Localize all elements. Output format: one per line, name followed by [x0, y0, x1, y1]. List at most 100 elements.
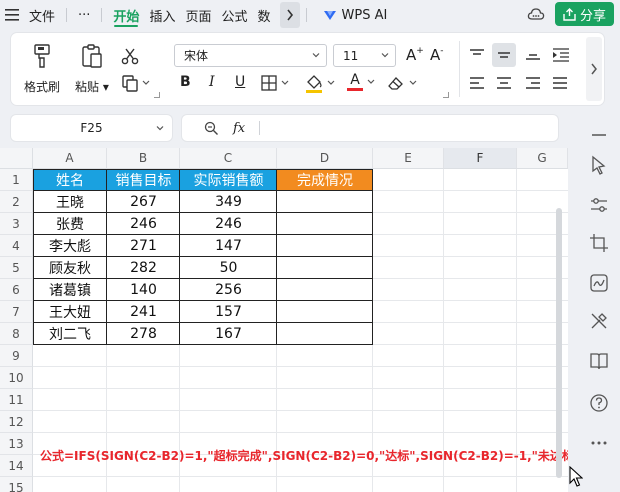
table-cell[interactable]	[277, 235, 373, 257]
align-right-button[interactable]	[525, 76, 541, 90]
column-header-e[interactable]: E	[373, 148, 444, 169]
clear-format-button[interactable]	[387, 75, 417, 91]
hamburger-menu-icon[interactable]	[0, 0, 24, 30]
fill-color-button[interactable]	[305, 73, 335, 93]
tab-home[interactable]: 开始	[108, 0, 144, 30]
table-cell[interactable]	[277, 323, 373, 345]
column-header-c[interactable]: C	[180, 148, 277, 169]
sign-icon[interactable]	[588, 272, 610, 294]
bold-button[interactable]: B	[180, 74, 191, 90]
fx-icon[interactable]: fx	[233, 121, 245, 136]
row-header-8[interactable]: 8	[0, 323, 33, 345]
sliders-icon[interactable]	[588, 194, 610, 216]
column-header-a[interactable]: A	[33, 148, 107, 169]
table-header-cell[interactable]: 销售目标	[107, 169, 180, 191]
row-header-11[interactable]: 11	[0, 389, 33, 411]
column-header-b[interactable]: B	[107, 148, 180, 169]
row-header-6[interactable]: 6	[0, 279, 33, 301]
tab-formula[interactable]: 公式	[216, 0, 252, 30]
align-middle-button[interactable]	[492, 43, 516, 67]
row-header-10[interactable]: 10	[0, 367, 33, 389]
tab-data[interactable]: 数	[252, 0, 275, 30]
table-cell[interactable]: 278	[107, 323, 180, 345]
font-name-select[interactable]: 宋体	[174, 44, 327, 67]
align-center-button[interactable]	[496, 76, 512, 90]
row-header-13[interactable]: 13	[0, 433, 33, 455]
select-pointer-icon[interactable]	[588, 154, 610, 176]
vertical-scrollbar[interactable]	[554, 208, 564, 478]
table-cell[interactable]: 140	[107, 279, 180, 301]
book-icon[interactable]	[588, 350, 610, 372]
table-cell[interactable]: 241	[107, 301, 180, 323]
tools-icon[interactable]	[588, 310, 610, 332]
formula-bar[interactable]: fx	[182, 115, 558, 141]
row-header-7[interactable]: 7	[0, 301, 33, 323]
table-header-cell[interactable]: 完成情况	[277, 169, 373, 191]
scrollbar-thumb[interactable]	[556, 208, 562, 478]
paste-button[interactable]: 粘贴 ▾	[75, 43, 109, 95]
align-top-button[interactable]	[469, 48, 485, 62]
row-header-4[interactable]: 4	[0, 235, 33, 257]
row-header-15[interactable]: 15	[0, 477, 33, 492]
table-cell[interactable]: 157	[180, 301, 277, 323]
table-cell[interactable]	[277, 257, 373, 279]
align-left-button[interactable]	[469, 76, 485, 90]
table-header-cell[interactable]: 姓名	[33, 169, 107, 191]
table-cell[interactable]: 271	[107, 235, 180, 257]
table-cell[interactable]: 李大彪	[33, 235, 107, 257]
table-cell[interactable]: 147	[180, 235, 277, 257]
table-cell[interactable]: 张费	[33, 213, 107, 235]
font-dialog-launcher-icon[interactable]	[443, 92, 449, 98]
share-button[interactable]: 分享	[554, 2, 614, 26]
justify-button[interactable]	[552, 76, 568, 90]
font-size-select[interactable]: 11	[333, 44, 396, 67]
grow-font-button[interactable]: A +	[406, 46, 424, 64]
table-cell[interactable]	[277, 191, 373, 213]
row-header-3[interactable]: 3	[0, 213, 33, 235]
table-cell[interactable]: 167	[180, 323, 277, 345]
column-header-d[interactable]: D	[277, 148, 373, 169]
row-header-2[interactable]: 2	[0, 191, 33, 213]
underline-button[interactable]: U	[235, 74, 245, 90]
minimize-icon[interactable]	[588, 124, 610, 146]
table-cell[interactable]: 50	[180, 257, 277, 279]
row-header-9[interactable]: 9	[0, 345, 33, 367]
select-all-corner[interactable]	[0, 148, 33, 169]
cut-button[interactable]	[121, 47, 139, 65]
table-cell[interactable]	[277, 301, 373, 323]
sheet-grid[interactable]: A B C D E F G 1 2 3 4 5 6 7 8 9 10 11 12 13 14 15 姓名 销售目标 实际销售额完…	[0, 148, 568, 492]
italic-button[interactable]: I	[209, 74, 215, 90]
indent-button[interactable]	[552, 47, 570, 63]
row-header-1[interactable]: 1	[0, 169, 33, 191]
help-icon[interactable]	[588, 392, 610, 414]
tab-insert[interactable]: 插入	[144, 0, 180, 30]
menu-file[interactable]: 文件	[24, 0, 60, 30]
tabs-scroll-right-icon[interactable]	[279, 2, 300, 28]
table-cell[interactable]: 282	[107, 257, 180, 279]
table-cell[interactable]: 刘二飞	[33, 323, 107, 345]
cloud-icon[interactable]	[527, 5, 545, 23]
table-cell[interactable]: 王晓	[33, 191, 107, 213]
table-cell[interactable]: 246	[107, 213, 180, 235]
table-cell[interactable]: 256	[180, 279, 277, 301]
wps-ai-button[interactable]: WPS AI	[317, 0, 393, 30]
border-button[interactable]	[261, 75, 289, 91]
more-options-icon[interactable]	[588, 432, 610, 454]
align-bottom-button[interactable]	[525, 48, 541, 62]
table-cell[interactable]: 267	[107, 191, 180, 213]
table-cell[interactable]	[277, 213, 373, 235]
table-cell[interactable]: 王大妞	[33, 301, 107, 323]
table-cell[interactable]: 349	[180, 191, 277, 213]
column-header-g[interactable]: G	[517, 148, 568, 169]
table-cell[interactable]: 246	[180, 213, 277, 235]
crop-icon[interactable]	[588, 232, 610, 254]
name-box[interactable]: F25	[11, 115, 172, 141]
row-header-12[interactable]: 12	[0, 411, 33, 433]
column-header-f[interactable]: F	[444, 148, 517, 169]
font-color-button[interactable]: A	[347, 73, 375, 91]
copy-button[interactable]	[121, 74, 150, 92]
row-header-5[interactable]: 5	[0, 257, 33, 279]
table-cell[interactable]: 诸葛镇	[33, 279, 107, 301]
menu-more[interactable]: ···	[73, 0, 95, 30]
clipboard-dialog-launcher-icon[interactable]	[154, 92, 160, 98]
